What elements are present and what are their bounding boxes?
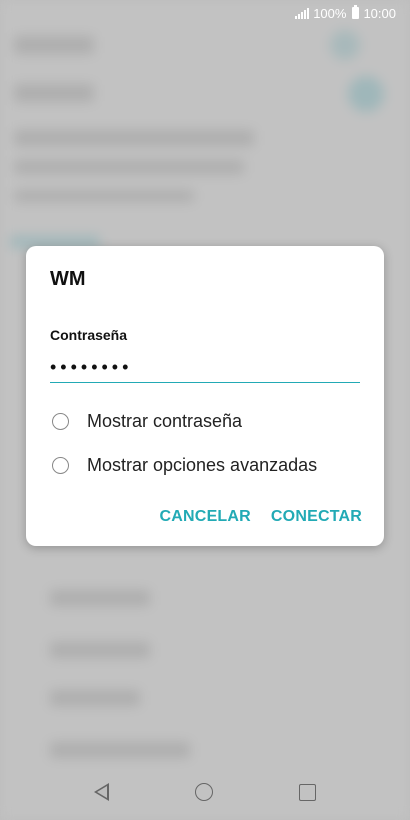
- password-input[interactable]: ••••••••: [50, 352, 360, 383]
- dialog-actions: CANCELAR CONECTAR: [160, 508, 362, 526]
- battery-icon: [352, 5, 360, 19]
- home-icon[interactable]: [195, 783, 213, 801]
- back-icon[interactable]: [94, 783, 109, 801]
- signal-icon: [295, 7, 310, 19]
- connect-button[interactable]: CONECTAR: [271, 508, 362, 526]
- show-advanced-options-option[interactable]: Mostrar opciones avanzadas: [52, 450, 372, 480]
- navigation-bar: [0, 764, 410, 820]
- show-password-label: Mostrar contraseña: [87, 410, 243, 431]
- recents-icon[interactable]: [299, 783, 316, 801]
- show-password-option[interactable]: Mostrar contraseña: [52, 406, 372, 436]
- radio-unchecked-icon[interactable]: [52, 456, 69, 474]
- status-bar: 100% 10:00: [0, 0, 410, 26]
- cancel-button[interactable]: CANCELAR: [160, 508, 251, 526]
- radio-unchecked-icon[interactable]: [52, 412, 69, 430]
- password-label: Contraseña: [50, 327, 128, 343]
- wifi-password-dialog: WM Contraseña •••••••• Mostrar contraseñ…: [26, 246, 384, 546]
- battery-percent: 100%: [313, 5, 347, 21]
- dialog-title: WM: [50, 268, 86, 290]
- show-advanced-options-label: Mostrar opciones avanzadas: [87, 454, 318, 475]
- clock: 10:00: [363, 5, 396, 21]
